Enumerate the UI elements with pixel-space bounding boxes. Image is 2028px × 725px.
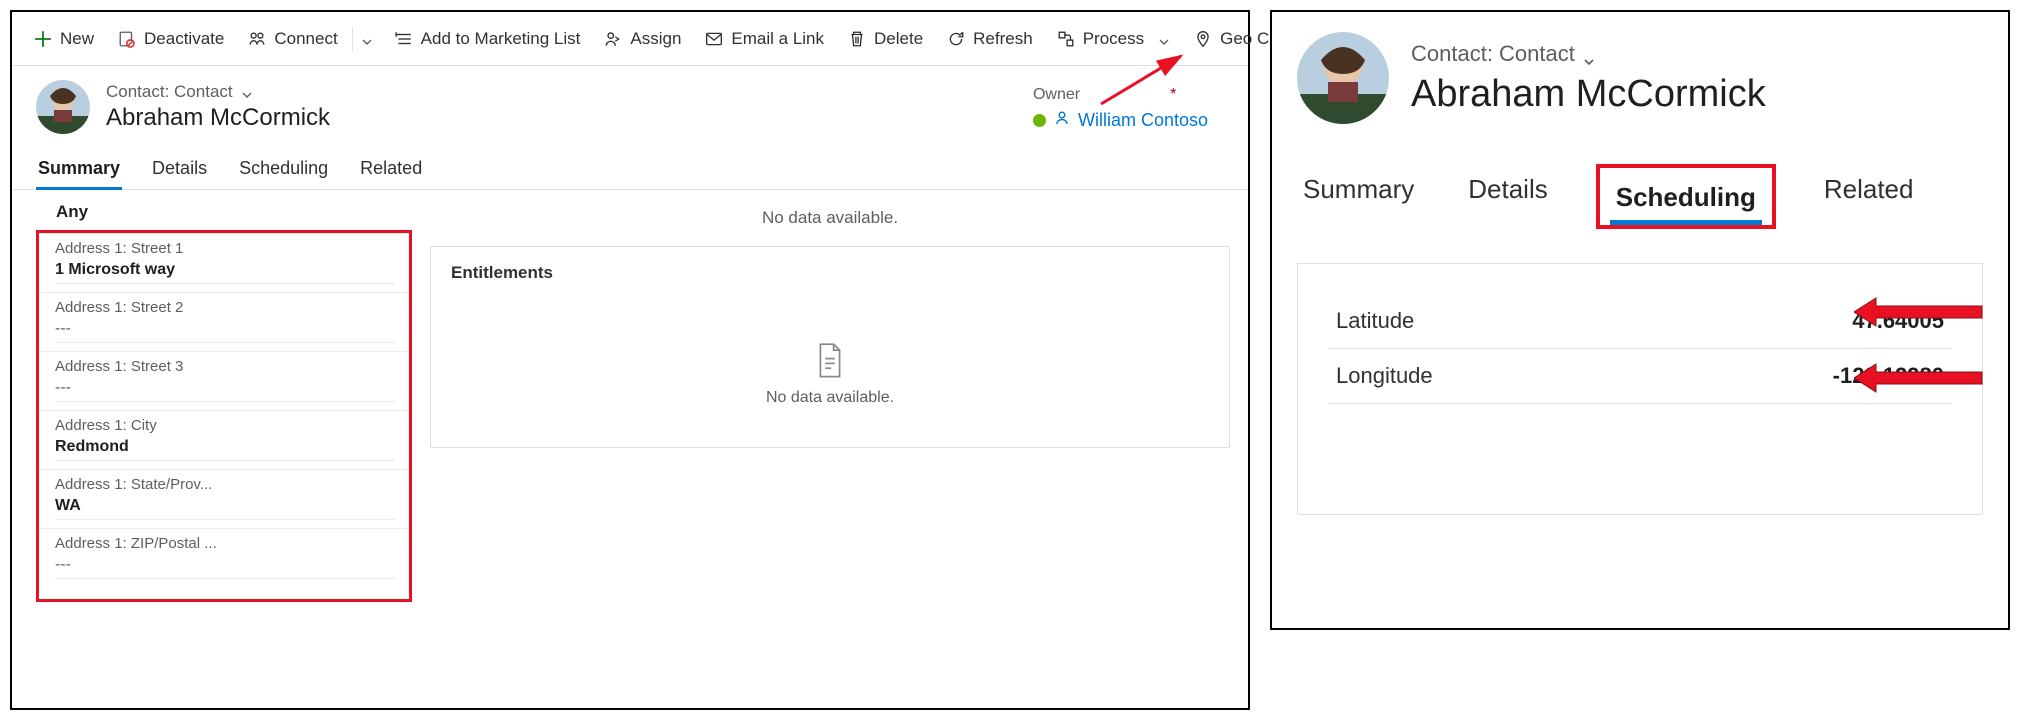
field-label: Address 1: Street 1 (55, 240, 395, 261)
record-header: Contact: Contact Abraham McCormick Owner… (12, 66, 1248, 140)
refresh-label: Refresh (973, 29, 1033, 49)
email-link-button[interactable]: Email a Link (695, 23, 834, 55)
field-street3[interactable]: Address 1: Street 3 --- (39, 351, 409, 410)
chevron-down-icon (241, 86, 253, 98)
entity-type-text: Contact: Contact (1411, 41, 1575, 67)
tab-related[interactable]: Related (1818, 164, 1920, 229)
field-label: Address 1: State/Prov... (55, 476, 395, 497)
field-zip[interactable]: Address 1: ZIP/Postal ... --- (39, 528, 409, 587)
new-label: New (60, 29, 94, 49)
field-value: 1 Microsoft way (55, 261, 395, 284)
avatar (36, 80, 90, 134)
add-to-marketing-label: Add to Marketing List (421, 29, 581, 49)
scheduling-tab-highlight: Scheduling (1596, 164, 1776, 229)
record-name: Abraham McCormick (106, 104, 330, 132)
tabs: Summary Details Scheduling Related (1297, 124, 1983, 229)
entitlements-title: Entitlements (451, 263, 1209, 283)
latitude-label: Latitude (1336, 308, 1414, 334)
refresh-button[interactable]: Refresh (937, 23, 1043, 55)
left-screenshot-panel: New Deactivate Connect Add to Marketing … (10, 10, 1250, 710)
field-value: --- (55, 379, 395, 402)
side-column: No data available. Entitlements No data … (412, 190, 1248, 602)
connect-dropdown[interactable] (352, 27, 381, 51)
annotation-arrow-to-geocode (1095, 50, 1195, 110)
chevron-down-icon (361, 33, 373, 45)
field-label: Address 1: City (55, 417, 395, 438)
field-label: Address 1: ZIP/Postal ... (55, 535, 395, 556)
presence-available-icon (1033, 114, 1046, 127)
owner-lookup[interactable]: William Contoso (1033, 110, 1208, 131)
field-street1[interactable]: Address 1: Street 1 1 Microsoft way (39, 233, 409, 292)
assign-icon (604, 30, 622, 48)
tab-details[interactable]: Details (1462, 164, 1553, 229)
chevron-down-icon (1583, 48, 1595, 60)
command-bar: New Deactivate Connect Add to Marketing … (12, 12, 1248, 66)
process-icon (1057, 30, 1075, 48)
delete-button[interactable]: Delete (838, 23, 933, 55)
chevron-down-icon (1158, 33, 1170, 45)
assign-button[interactable]: Assign (594, 23, 691, 55)
deactivate-icon (118, 30, 136, 48)
tab-summary[interactable]: Summary (1297, 164, 1420, 229)
tab-related[interactable]: Related (358, 150, 424, 189)
marketing-list-icon (395, 30, 413, 48)
deactivate-button[interactable]: Deactivate (108, 23, 234, 55)
tab-scheduling[interactable]: Scheduling (1610, 172, 1762, 225)
content-area: Any Address 1: Street 1 1 Microsoft way … (12, 190, 1248, 602)
entity-type-label[interactable]: Contact: Contact (1411, 41, 1766, 67)
tab-scheduling[interactable]: Scheduling (237, 150, 330, 189)
record-name: Abraham McCormick (1411, 73, 1766, 116)
owner-name: William Contoso (1078, 110, 1208, 131)
email-link-label: Email a Link (731, 29, 824, 49)
tab-details[interactable]: Details (150, 150, 209, 189)
tabs: Summary Details Scheduling Related (12, 140, 1248, 190)
process-label: Process (1083, 29, 1144, 49)
plus-icon (34, 30, 52, 48)
add-to-marketing-button[interactable]: Add to Marketing List (385, 23, 591, 55)
owner-label: Owner (1033, 86, 1080, 104)
document-icon (451, 343, 1209, 379)
connect-icon (248, 30, 266, 48)
field-street2[interactable]: Address 1: Street 2 --- (39, 292, 409, 351)
longitude-label: Longitude (1336, 363, 1433, 389)
no-data-text: No data available. (430, 202, 1230, 246)
field-state[interactable]: Address 1: State/Prov... WA (39, 469, 409, 528)
right-screenshot-panel: Contact: Contact Abraham McCormick Summa… (1270, 10, 2010, 630)
field-value: WA (55, 497, 395, 520)
field-city[interactable]: Address 1: City Redmond (39, 410, 409, 469)
avatar (1297, 32, 1389, 124)
tab-summary[interactable]: Summary (36, 150, 122, 189)
connect-button[interactable]: Connect (238, 23, 347, 55)
refresh-icon (947, 30, 965, 48)
field-label: Address 1: Street 3 (55, 358, 395, 379)
entitlements-empty-text: No data available. (451, 389, 1209, 407)
field-value: Redmond (55, 438, 395, 461)
location-icon (1194, 30, 1212, 48)
delete-icon (848, 30, 866, 48)
entity-type-text: Contact: Contact (106, 82, 233, 102)
entitlements-card: Entitlements No data available. (430, 246, 1230, 448)
connect-label: Connect (274, 29, 337, 49)
assign-label: Assign (630, 29, 681, 49)
annotation-arrow-latitude (1854, 294, 1984, 330)
person-icon (1054, 110, 1070, 131)
field-value: --- (55, 556, 395, 579)
new-button[interactable]: New (24, 23, 104, 55)
annotation-arrow-longitude (1854, 360, 1984, 396)
entity-type-label[interactable]: Contact: Contact (106, 82, 330, 102)
email-icon (705, 30, 723, 48)
section-label: Any (36, 192, 412, 232)
field-value: --- (55, 320, 395, 343)
coordinates-card: Latitude 47.64005 Longitude -122.12980 (1297, 263, 1983, 515)
deactivate-label: Deactivate (144, 29, 224, 49)
address-fields-highlight: Address 1: Street 1 1 Microsoft way Addr… (36, 230, 412, 602)
delete-label: Delete (874, 29, 923, 49)
field-label: Address 1: Street 2 (55, 299, 395, 320)
